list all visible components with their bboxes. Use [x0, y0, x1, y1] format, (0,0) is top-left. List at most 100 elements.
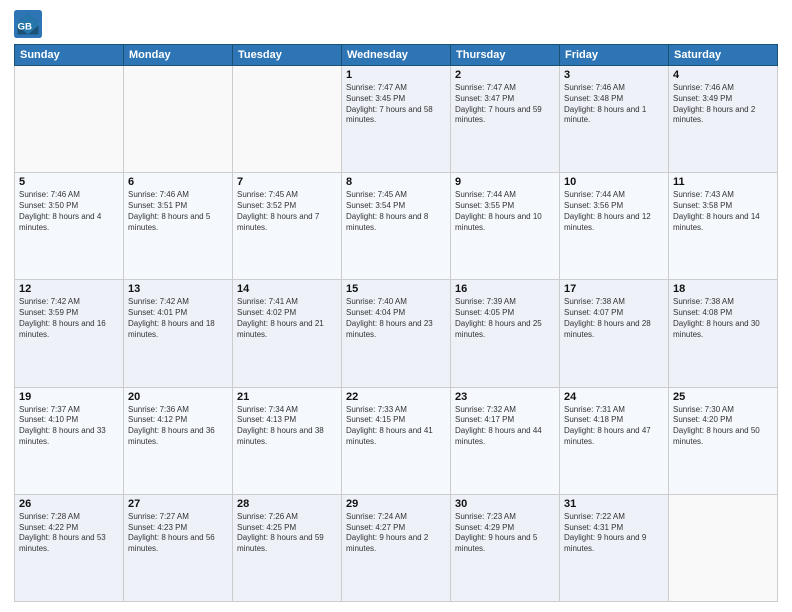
weekday-saturday: Saturday: [669, 45, 778, 66]
day-number: 10: [564, 176, 664, 188]
day-number: 20: [128, 391, 228, 403]
day-number: 29: [346, 498, 446, 510]
calendar-cell: 10Sunrise: 7:44 AM Sunset: 3:56 PM Dayli…: [560, 173, 669, 280]
calendar-table: SundayMondayTuesdayWednesdayThursdayFrid…: [14, 44, 778, 602]
calendar-cell: [669, 494, 778, 601]
day-number: 26: [19, 498, 119, 510]
calendar-cell: 21Sunrise: 7:34 AM Sunset: 4:13 PM Dayli…: [233, 387, 342, 494]
day-number: 23: [455, 391, 555, 403]
day-number: 7: [237, 176, 337, 188]
weekday-sunday: Sunday: [15, 45, 124, 66]
day-number: 9: [455, 176, 555, 188]
calendar-cell: 15 Sunrise: 7:40 AM Sunset: 4:04 PM Dayli…: [342, 280, 451, 387]
calendar-cell: 1Sunrise: 7:47 AM Sunset: 3:45 PM Daylig…: [342, 66, 451, 173]
week-row-4: 19 Sunrise: 7:37 AM Sunset: 4:10 PM Dayli…: [15, 387, 778, 494]
calendar-cell: 26 Sunrise: 7:28 AM Sunset: 4:22 PM Dayli…: [15, 494, 124, 601]
day-details: Sunrise: 7:24 AM Sunset: 4:27 PM Dayligh…: [346, 512, 446, 555]
day-details: Sunrise: 7:40 AM Sunset: 4:04 PM Dayligh…: [346, 297, 446, 340]
day-number: 4: [673, 69, 773, 81]
logo-icon: GB: [14, 10, 42, 38]
day-number: 24: [564, 391, 664, 403]
calendar-cell: 13 Sunrise: 7:42 AM Sunset: 4:01 PM Dayli…: [124, 280, 233, 387]
header: GB: [14, 10, 778, 38]
day-number: 18: [673, 283, 773, 295]
calendar-cell: 28Sunrise: 7:26 AM Sunset: 4:25 PM Dayli…: [233, 494, 342, 601]
calendar-cell: 3 Sunrise: 7:46 AM Sunset: 3:48 PM Daylig…: [560, 66, 669, 173]
day-details: Sunrise: 7:30 AM Sunset: 4:20 PM Dayligh…: [673, 405, 773, 448]
day-details: Sunrise: 7:45 AM Sunset: 3:54 PM Dayligh…: [346, 190, 446, 233]
day-details: Sunrise: 7:42 AM Sunset: 4:01 PM Dayligh…: [128, 297, 228, 340]
day-details: Sunrise: 7:22 AM Sunset: 4:31 PM Dayligh…: [564, 512, 664, 555]
calendar-cell: 22 Sunrise: 7:33 AM Sunset: 4:15 PM Dayli…: [342, 387, 451, 494]
calendar-cell: 14 Sunrise: 7:41 AM Sunset: 4:02 PM Dayli…: [233, 280, 342, 387]
day-details: Sunrise: 7:44 AM Sunset: 3:55 PM Dayligh…: [455, 190, 555, 233]
day-details: Sunrise: 7:32 AM Sunset: 4:17 PM Dayligh…: [455, 405, 555, 448]
logo: GB: [14, 10, 46, 38]
day-details: Sunrise: 7:46 AM Sunset: 3:49 PM Dayligh…: [673, 83, 773, 126]
day-number: 8: [346, 176, 446, 188]
day-number: 19: [19, 391, 119, 403]
day-details: Sunrise: 7:28 AM Sunset: 4:22 PM Dayligh…: [19, 512, 119, 555]
day-details: Sunrise: 7:23 AM Sunset: 4:29 PM Dayligh…: [455, 512, 555, 555]
calendar-cell: 16 Sunrise: 7:39 AM Sunset: 4:05 PM Dayli…: [451, 280, 560, 387]
day-number: 31: [564, 498, 664, 510]
day-details: Sunrise: 7:42 AM Sunset: 3:59 PM Dayligh…: [19, 297, 119, 340]
calendar-cell: 30 Sunrise: 7:23 AM Sunset: 4:29 PM Dayli…: [451, 494, 560, 601]
weekday-header-row: SundayMondayTuesdayWednesdayThursdayFrid…: [15, 45, 778, 66]
calendar-cell: 20 Sunrise: 7:36 AM Sunset: 4:12 PM Dayli…: [124, 387, 233, 494]
weekday-friday: Friday: [560, 45, 669, 66]
weekday-wednesday: Wednesday: [342, 45, 451, 66]
day-number: 14: [237, 283, 337, 295]
day-number: 13: [128, 283, 228, 295]
day-number: 30: [455, 498, 555, 510]
day-details: Sunrise: 7:46 AM Sunset: 3:50 PM Dayligh…: [19, 190, 119, 233]
calendar-cell: 29 Sunrise: 7:24 AM Sunset: 4:27 PM Dayli…: [342, 494, 451, 601]
day-details: Sunrise: 7:37 AM Sunset: 4:10 PM Dayligh…: [19, 405, 119, 448]
day-details: Sunrise: 7:39 AM Sunset: 4:05 PM Dayligh…: [455, 297, 555, 340]
day-number: 22: [346, 391, 446, 403]
weekday-tuesday: Tuesday: [233, 45, 342, 66]
day-details: Sunrise: 7:45 AM Sunset: 3:52 PM Dayligh…: [237, 190, 337, 233]
calendar-cell: 5 Sunrise: 7:46 AM Sunset: 3:50 PM Daylig…: [15, 173, 124, 280]
day-details: Sunrise: 7:46 AM Sunset: 3:51 PM Dayligh…: [128, 190, 228, 233]
calendar-cell: 31 Sunrise: 7:22 AM Sunset: 4:31 PM Dayli…: [560, 494, 669, 601]
day-details: Sunrise: 7:36 AM Sunset: 4:12 PM Dayligh…: [128, 405, 228, 448]
week-row-1: 1Sunrise: 7:47 AM Sunset: 3:45 PM Daylig…: [15, 66, 778, 173]
day-number: 11: [673, 176, 773, 188]
calendar-cell: 18Sunrise: 7:38 AM Sunset: 4:08 PM Dayli…: [669, 280, 778, 387]
day-details: Sunrise: 7:47 AM Sunset: 3:45 PM Dayligh…: [346, 83, 446, 126]
day-details: Sunrise: 7:33 AM Sunset: 4:15 PM Dayligh…: [346, 405, 446, 448]
calendar-cell: [124, 66, 233, 173]
calendar-cell: 7 Sunrise: 7:45 AM Sunset: 3:52 PM Daylig…: [233, 173, 342, 280]
day-details: Sunrise: 7:31 AM Sunset: 4:18 PM Dayligh…: [564, 405, 664, 448]
calendar-cell: 12Sunrise: 7:42 AM Sunset: 3:59 PM Dayli…: [15, 280, 124, 387]
day-number: 2: [455, 69, 555, 81]
calendar-cell: [233, 66, 342, 173]
week-row-2: 5 Sunrise: 7:46 AM Sunset: 3:50 PM Daylig…: [15, 173, 778, 280]
calendar-cell: 23 Sunrise: 7:32 AM Sunset: 4:17 PM Dayli…: [451, 387, 560, 494]
day-details: Sunrise: 7:41 AM Sunset: 4:02 PM Dayligh…: [237, 297, 337, 340]
day-details: Sunrise: 7:46 AM Sunset: 3:48 PM Dayligh…: [564, 83, 664, 126]
week-row-5: 26 Sunrise: 7:28 AM Sunset: 4:22 PM Dayli…: [15, 494, 778, 601]
day-details: Sunrise: 7:34 AM Sunset: 4:13 PM Dayligh…: [237, 405, 337, 448]
calendar-cell: 2 Sunrise: 7:47 AM Sunset: 3:47 PM Daylig…: [451, 66, 560, 173]
calendar-cell: 27Sunrise: 7:27 AM Sunset: 4:23 PM Dayli…: [124, 494, 233, 601]
calendar-cell: 8 Sunrise: 7:45 AM Sunset: 3:54 PM Daylig…: [342, 173, 451, 280]
day-number: 6: [128, 176, 228, 188]
day-details: Sunrise: 7:26 AM Sunset: 4:25 PM Dayligh…: [237, 512, 337, 555]
page: GB SundayMondayTuesdayWednesdayThursdayF…: [0, 0, 792, 612]
calendar-cell: 17Sunrise: 7:38 AM Sunset: 4:07 PM Dayli…: [560, 280, 669, 387]
day-number: 16: [455, 283, 555, 295]
day-number: 17: [564, 283, 664, 295]
calendar-cell: 9 Sunrise: 7:44 AM Sunset: 3:55 PM Daylig…: [451, 173, 560, 280]
day-number: 15: [346, 283, 446, 295]
calendar-cell: 6 Sunrise: 7:46 AM Sunset: 3:51 PM Daylig…: [124, 173, 233, 280]
calendar-cell: [15, 66, 124, 173]
day-number: 3: [564, 69, 664, 81]
calendar-cell: 4 Sunrise: 7:46 AM Sunset: 3:49 PM Daylig…: [669, 66, 778, 173]
weekday-thursday: Thursday: [451, 45, 560, 66]
day-number: 27: [128, 498, 228, 510]
day-number: 5: [19, 176, 119, 188]
day-details: Sunrise: 7:47 AM Sunset: 3:47 PM Dayligh…: [455, 83, 555, 126]
week-row-3: 12Sunrise: 7:42 AM Sunset: 3:59 PM Dayli…: [15, 280, 778, 387]
